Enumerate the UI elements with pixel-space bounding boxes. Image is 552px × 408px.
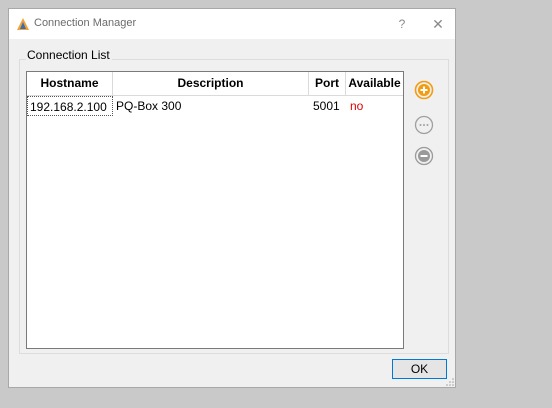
- connection-manager-dialog: Connection Manager ? ✕ Connection List H…: [8, 8, 456, 388]
- table-row[interactable]: 192.168.2.100 PQ-Box 300 5001 no: [27, 96, 403, 116]
- connection-table[interactable]: Hostname Description Port Available 192.…: [26, 71, 404, 349]
- app-logo-icon: [17, 18, 29, 30]
- cell-port[interactable]: 5001: [313, 96, 346, 116]
- ok-button[interactable]: OK: [392, 359, 447, 379]
- window-title: Connection Manager: [34, 17, 137, 29]
- resize-grip-icon[interactable]: [445, 377, 455, 387]
- column-header-hostname[interactable]: Hostname: [27, 72, 113, 95]
- column-header-available[interactable]: Available: [346, 72, 403, 95]
- cell-available[interactable]: no: [350, 96, 400, 116]
- remove-connection-button[interactable]: [414, 146, 434, 166]
- edit-connection-button[interactable]: [414, 115, 434, 135]
- table-header: Hostname Description Port Available: [27, 72, 403, 96]
- close-button[interactable]: ✕: [429, 14, 447, 34]
- column-header-port[interactable]: Port: [309, 72, 346, 95]
- help-button[interactable]: ?: [393, 14, 411, 34]
- group-label: Connection List: [26, 48, 112, 62]
- cell-description[interactable]: PQ-Box 300: [116, 96, 306, 116]
- more-circle-icon: [414, 115, 434, 135]
- cell-hostname[interactable]: 192.168.2.100: [27, 96, 113, 116]
- column-header-description[interactable]: Description: [113, 72, 309, 95]
- plus-circle-icon: [414, 80, 434, 100]
- minus-circle-icon: [414, 146, 434, 166]
- add-connection-button[interactable]: [414, 80, 434, 100]
- title-bar: Connection Manager ? ✕: [9, 9, 455, 39]
